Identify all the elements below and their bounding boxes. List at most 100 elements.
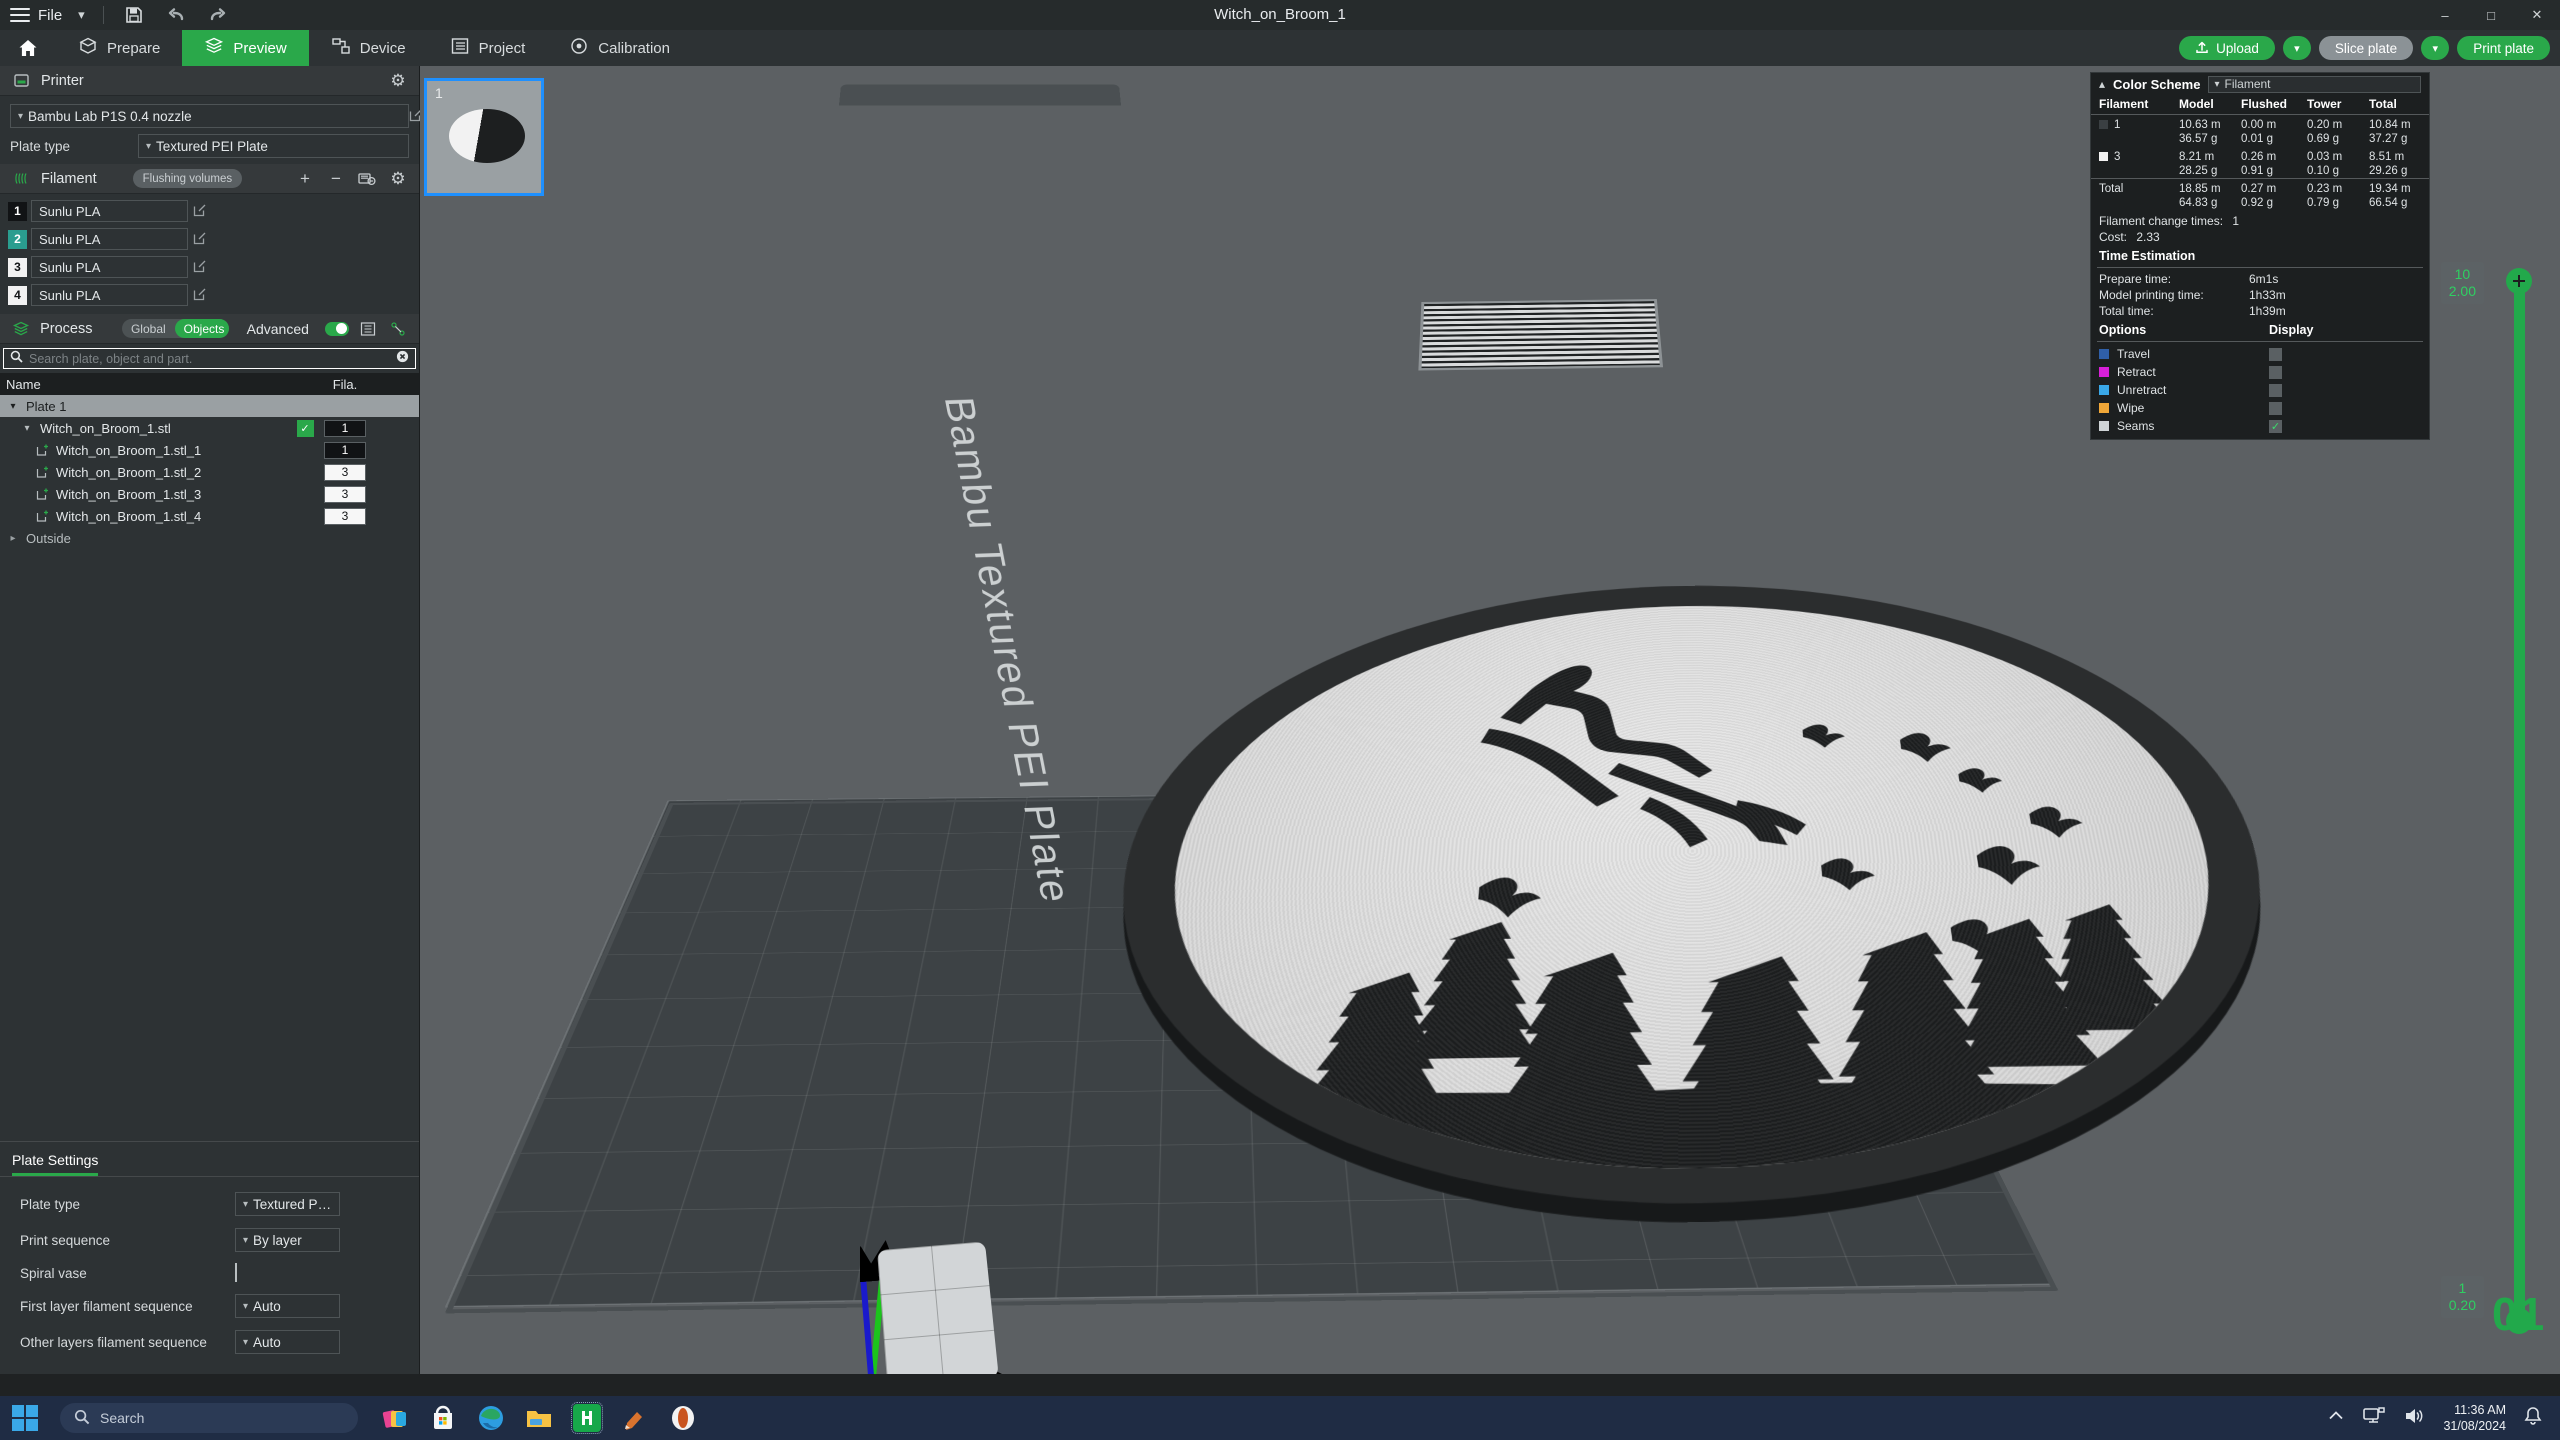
file-explorer-icon[interactable]: [524, 1403, 554, 1433]
filament-edit-icon[interactable]: [192, 258, 210, 276]
home-icon[interactable]: [0, 30, 56, 66]
filament-name[interactable]: Sunlu PLA: [31, 200, 188, 222]
option-display-checkbox[interactable]: [2269, 365, 2282, 379]
paint-icon[interactable]: [620, 1403, 650, 1433]
filament-assignment-badge[interactable]: 3: [324, 507, 366, 525]
filament-slot-2[interactable]: 2 Sunlu PLA: [8, 228, 210, 250]
option-row-retract[interactable]: Retract: [2091, 363, 2429, 381]
printer-model-combo[interactable]: ▾ Bambu Lab P1S 0.4 nozzle: [10, 104, 422, 128]
advanced-toggle[interactable]: [324, 321, 349, 336]
mode-global[interactable]: Global: [122, 319, 175, 338]
edge-icon[interactable]: [476, 1403, 506, 1433]
filament-edit-icon[interactable]: [192, 286, 210, 304]
plus-icon[interactable]: +: [294, 168, 316, 190]
mode-objects[interactable]: Objects: [174, 319, 229, 338]
filament-index-badge[interactable]: 3: [8, 257, 27, 277]
bambu-studio-icon[interactable]: [571, 1402, 603, 1434]
store-icon[interactable]: [428, 1403, 458, 1433]
spiral-vase-checkbox[interactable]: [235, 1263, 237, 1282]
purge-tower[interactable]: [1418, 298, 1664, 371]
clear-search-icon[interactable]: [396, 350, 409, 368]
redo-icon[interactable]: [206, 3, 230, 27]
filament-edit-icon[interactable]: [192, 230, 210, 248]
filament-edit-icon[interactable]: [192, 202, 210, 220]
volume-icon[interactable]: [2403, 1406, 2425, 1431]
plate-type-combo[interactable]: ▾ Textured PEI Plate: [138, 134, 409, 158]
filament-index-badge[interactable]: 1: [8, 201, 27, 221]
bell-icon[interactable]: [2524, 1406, 2542, 1431]
filament-slot-3[interactable]: 3 Sunlu PLA: [8, 256, 210, 278]
calibration-object[interactable]: [877, 1241, 999, 1374]
slice-plate-dropdown[interactable]: ▾: [2282, 36, 2311, 60]
option-display-checkbox[interactable]: [2269, 383, 2282, 397]
filament-name[interactable]: Sunlu PLA: [31, 256, 188, 278]
tree-row-part[interactable]: Witch_on_Broom_1.stl_1 1: [0, 439, 419, 461]
tab-calibration[interactable]: Calibration: [547, 30, 692, 66]
search-input[interactable]: [29, 351, 390, 366]
option-row-seams[interactable]: Seams ✓: [2091, 417, 2429, 439]
plate-thumbnail-1[interactable]: 1: [424, 78, 544, 196]
flushing-volumes-button[interactable]: Flushing volumes: [132, 169, 243, 188]
printer-settings-icon[interactable]: ⚙: [387, 70, 409, 92]
color-scheme-select[interactable]: ▾ Filament: [2208, 75, 2421, 93]
tab-device[interactable]: Device: [309, 30, 428, 66]
save-icon[interactable]: [122, 3, 146, 27]
tab-prepare[interactable]: Prepare: [56, 30, 182, 66]
tree-row-part[interactable]: Witch_on_Broom_1.stl_4 3: [0, 505, 419, 527]
print-sequence-select[interactable]: ▾ By layer: [235, 1228, 340, 1252]
tab-project[interactable]: Project: [428, 30, 548, 66]
option-display-checkbox[interactable]: [2269, 347, 2282, 361]
process-mode-toggle[interactable]: Global Objects: [121, 319, 229, 338]
filament-index-badge[interactable]: 4: [8, 285, 27, 305]
print-plate-dropdown[interactable]: ▾: [2421, 36, 2450, 60]
network-icon[interactable]: [2363, 1406, 2386, 1431]
process-settings-icon[interactable]: [388, 318, 409, 340]
first-layer-filament-sequence-select[interactable]: ▾ Auto: [235, 1294, 340, 1318]
object-search-bar[interactable]: [3, 348, 416, 369]
filament-slot-4[interactable]: 4 Sunlu PLA: [8, 284, 210, 306]
option-row-unretract[interactable]: Unretract: [2091, 381, 2429, 399]
opera-icon[interactable]: [668, 1403, 698, 1433]
sliced-model[interactable]: [1043, 580, 2353, 1214]
list-view-icon[interactable]: [358, 318, 379, 340]
upload-button[interactable]: Upload: [2179, 36, 2275, 60]
vertical-layer-slider[interactable]: [2506, 268, 2532, 1334]
slider-upper-knob[interactable]: [2506, 268, 2532, 294]
slider-lower-knob[interactable]: [2506, 1308, 2532, 1334]
maximize-button[interactable]: □: [2468, 0, 2514, 30]
object-visible-checkbox[interactable]: ✓: [296, 419, 314, 437]
option-display-checkbox[interactable]: [2269, 401, 2282, 415]
tree-row-part[interactable]: Witch_on_Broom_1.stl_3 3: [0, 483, 419, 505]
windows-start-icon[interactable]: [12, 1405, 38, 1431]
tree-row-object[interactable]: ▾ Witch_on_Broom_1.stl ✓ 1: [0, 417, 419, 439]
filament-name[interactable]: Sunlu PLA: [31, 228, 188, 250]
slider-track[interactable]: [2514, 276, 2525, 1316]
filament-assignment-badge[interactable]: 3: [324, 485, 366, 503]
ams-icon[interactable]: [356, 168, 378, 190]
filament-name[interactable]: Sunlu PLA: [31, 284, 188, 306]
option-row-wipe[interactable]: Wipe: [2091, 399, 2429, 417]
chevron-up-icon[interactable]: [2327, 1407, 2345, 1430]
gear-icon[interactable]: ⚙: [387, 168, 409, 190]
minimize-button[interactable]: –: [2422, 0, 2468, 30]
chevron-down-icon[interactable]: ▾: [78, 7, 85, 23]
tree-row-plate-1[interactable]: ▾ Plate 1: [0, 395, 419, 417]
filament-assignment-badge[interactable]: 1: [324, 441, 366, 459]
filament-assignment-badge[interactable]: 1: [324, 419, 366, 437]
option-display-checkbox[interactable]: ✓: [2269, 419, 2282, 433]
filament-index-badge[interactable]: 2: [8, 229, 27, 249]
print-plate-button[interactable]: Print plate: [2457, 36, 2550, 60]
tree-row-outside[interactable]: ▸ Outside: [0, 527, 419, 549]
filament-assignment-badge[interactable]: 3: [324, 463, 366, 481]
tree-row-part[interactable]: Witch_on_Broom_1.stl_2 3: [0, 461, 419, 483]
taskbar-search[interactable]: Search: [60, 1403, 358, 1433]
close-button[interactable]: ✕: [2514, 0, 2560, 30]
chevron-up-icon[interactable]: ▴: [2099, 77, 2105, 91]
plate-type-select[interactable]: ▾ Textured PEI...: [235, 1192, 340, 1216]
chevron-right-icon[interactable]: ▸: [6, 533, 20, 544]
slice-plate-button[interactable]: Slice plate: [2318, 36, 2414, 60]
chevron-down-icon[interactable]: ▾: [20, 423, 34, 434]
tab-preview[interactable]: Preview: [182, 30, 309, 66]
file-menu[interactable]: File: [38, 7, 62, 24]
filament-slot-1[interactable]: 1 Sunlu PLA: [8, 200, 210, 222]
